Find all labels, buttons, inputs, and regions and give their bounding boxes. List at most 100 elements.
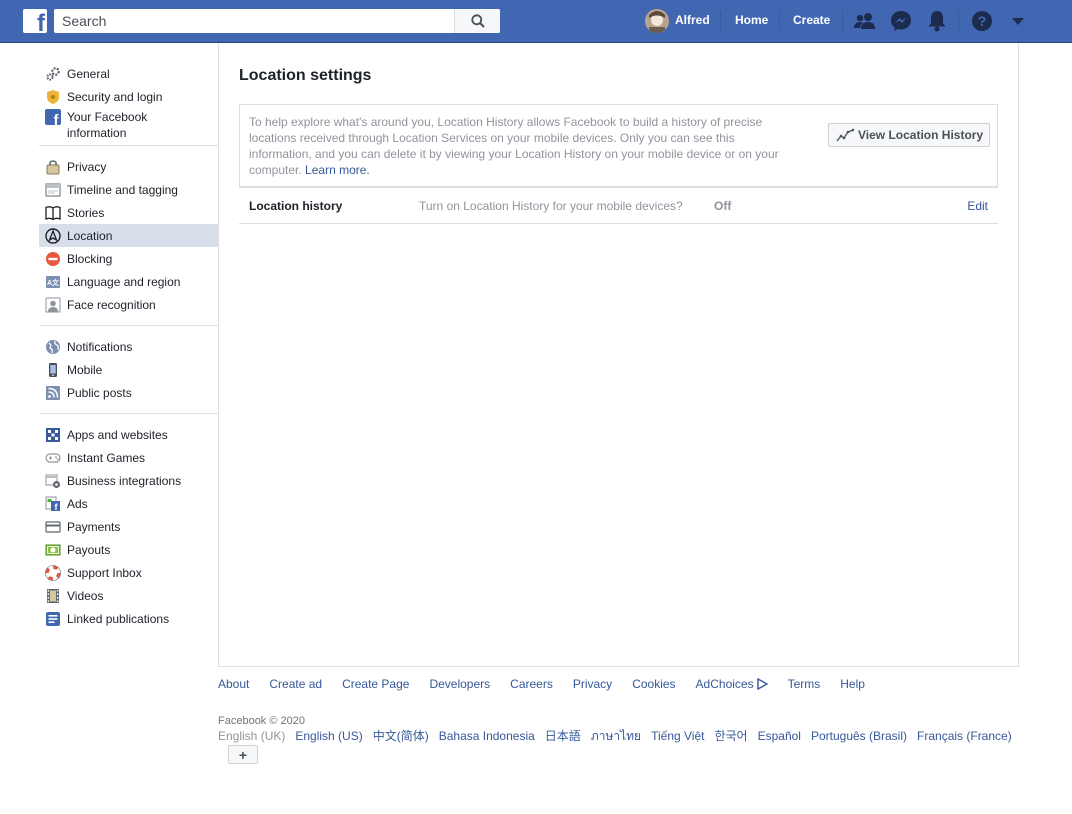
sidebar-item-payouts[interactable]: Payouts bbox=[39, 538, 218, 561]
main-content: Location settings To help explore what's… bbox=[218, 43, 1019, 667]
language-option[interactable]: 中文(简体) bbox=[373, 729, 429, 743]
timeline-icon bbox=[45, 182, 61, 198]
sidebar-item-ads[interactable]: f Ads bbox=[39, 492, 218, 515]
sidebar-item-location[interactable]: Location bbox=[39, 224, 218, 247]
sidebar-item-label: Language and region bbox=[67, 274, 181, 289]
sidebar-item-notifications[interactable]: Notifications bbox=[39, 335, 218, 358]
sidebar-item-general[interactable]: General bbox=[39, 62, 218, 85]
publication-icon bbox=[45, 611, 61, 627]
search-icon bbox=[470, 14, 485, 28]
sidebar-item-label: Business integrations bbox=[67, 473, 182, 488]
setting-name: Location history bbox=[249, 199, 343, 213]
footer-link-developers[interactable]: Developers bbox=[429, 677, 490, 691]
block-icon bbox=[45, 251, 61, 267]
search-box bbox=[54, 9, 500, 33]
account-menu-icon[interactable] bbox=[1006, 9, 1030, 33]
notifications-icon[interactable] bbox=[925, 9, 949, 33]
sidebar-item-label: Linked publications bbox=[67, 611, 170, 626]
sidebar-item-linked-publications[interactable]: Linked publications bbox=[39, 607, 218, 630]
business-icon bbox=[45, 473, 61, 489]
footer-link-privacy[interactable]: Privacy bbox=[573, 677, 612, 691]
sidebar-item-language-and-region[interactable]: A文 Language and region bbox=[39, 270, 218, 293]
svg-text:?: ? bbox=[978, 13, 987, 29]
learn-more-link[interactable]: Learn more. bbox=[305, 163, 370, 177]
language-option[interactable]: Tiếng Việt bbox=[651, 729, 704, 743]
page-title: Location settings bbox=[239, 67, 372, 84]
search-input[interactable] bbox=[54, 9, 454, 33]
language-option[interactable]: ภาษาไทย bbox=[591, 729, 641, 743]
sidebar-item-instant-games[interactable]: Instant Games bbox=[39, 446, 218, 469]
sidebar-item-payments[interactable]: Payments bbox=[39, 515, 218, 538]
sidebar-item-label: Payouts bbox=[67, 542, 111, 557]
nav-divider bbox=[720, 11, 721, 31]
help-icon[interactable]: ? bbox=[970, 9, 994, 33]
sidebar-item-videos[interactable]: Videos bbox=[39, 584, 218, 607]
sidebar-item-business-integrations[interactable]: Business integrations bbox=[39, 469, 218, 492]
location-history-setting-row[interactable]: Location history Turn on Location Histor… bbox=[239, 187, 998, 224]
language-option[interactable]: 日本語 bbox=[545, 729, 581, 743]
facebook-logo[interactable]: f bbox=[23, 9, 47, 36]
shield-icon bbox=[45, 89, 61, 105]
edit-link[interactable]: Edit bbox=[967, 199, 988, 213]
sidebar-item-label: Timeline and tagging bbox=[67, 182, 178, 197]
sidebar-item-mobile[interactable]: Mobile bbox=[39, 358, 218, 381]
sidebar-item-timeline-and-tagging[interactable]: Timeline and tagging bbox=[39, 178, 218, 201]
sidebar-item-label: Stories bbox=[67, 205, 105, 220]
footer-link-adchoices[interactable]: AdChoices bbox=[696, 677, 768, 691]
sidebar-item-label: Notifications bbox=[67, 339, 133, 354]
sidebar-item-your-facebook-information[interactable]: f Your Facebook information bbox=[39, 108, 218, 144]
language-current: English (UK) bbox=[218, 729, 286, 743]
language-option[interactable]: Português (Brasil) bbox=[811, 729, 907, 743]
sidebar-item-blocking[interactable]: Blocking bbox=[39, 247, 218, 270]
info-text: To help explore what's around you, Locat… bbox=[249, 114, 779, 178]
search-button[interactable] bbox=[454, 9, 500, 33]
footer-link-create-page[interactable]: Create Page bbox=[342, 677, 409, 691]
settings-sidebar: General Security and login f Your Facebo… bbox=[39, 62, 218, 630]
top-bar: f Alfred Home Create ? bbox=[0, 0, 1072, 43]
friends-icon[interactable] bbox=[853, 9, 877, 33]
language-option[interactable]: Español bbox=[758, 729, 801, 743]
avatar[interactable] bbox=[645, 9, 669, 33]
language-option[interactable]: English (US) bbox=[295, 729, 362, 743]
copyright: Facebook © 2020 bbox=[218, 715, 305, 727]
home-link[interactable]: Home bbox=[735, 13, 768, 27]
sidebar-item-label: Payments bbox=[67, 519, 121, 534]
language-option[interactable]: Français (France) bbox=[917, 729, 1012, 743]
language-icon: A文 bbox=[45, 274, 61, 290]
view-location-history-button[interactable]: View Location History bbox=[828, 123, 990, 147]
sidebar-item-label: Your Facebook information bbox=[67, 110, 148, 140]
sidebar-item-privacy[interactable]: Privacy bbox=[39, 155, 218, 178]
footer-link-cookies[interactable]: Cookies bbox=[632, 677, 675, 691]
messenger-icon[interactable] bbox=[889, 9, 913, 33]
sidebar-item-face-recognition[interactable]: Face recognition bbox=[39, 293, 218, 316]
sidebar-item-apps-and-websites[interactable]: Apps and websites bbox=[39, 423, 218, 446]
footer-link-help[interactable]: Help bbox=[840, 677, 865, 691]
more-languages-button[interactable]: + bbox=[228, 745, 258, 764]
create-link[interactable]: Create bbox=[793, 13, 830, 27]
footer-link-about[interactable]: About bbox=[218, 677, 249, 691]
globe-icon bbox=[45, 339, 61, 355]
apps-icon bbox=[45, 427, 61, 443]
language-option[interactable]: 한국어 bbox=[714, 729, 747, 743]
sidebar-item-label: Ads bbox=[67, 496, 88, 511]
sidebar-item-label: Blocking bbox=[67, 251, 113, 266]
footer-link-terms[interactable]: Terms bbox=[788, 677, 821, 691]
sidebar-divider bbox=[39, 145, 218, 146]
sidebar-item-label: Instant Games bbox=[67, 450, 146, 465]
sidebar-item-label: Location bbox=[67, 228, 113, 243]
profile-link[interactable]: Alfred bbox=[675, 13, 710, 27]
sidebar-item-label: Public posts bbox=[67, 385, 132, 400]
sidebar-item-label: General bbox=[67, 66, 110, 81]
sidebar-item-public-posts[interactable]: Public posts bbox=[39, 381, 218, 404]
language-option[interactable]: Bahasa Indonesia bbox=[439, 729, 535, 743]
gears-icon bbox=[45, 66, 61, 82]
phone-icon bbox=[45, 362, 61, 378]
footer-link-careers[interactable]: Careers bbox=[510, 677, 553, 691]
sidebar-item-support-inbox[interactable]: Support Inbox bbox=[39, 561, 218, 584]
sidebar-item-label: Security and login bbox=[67, 89, 163, 104]
location-history-icon bbox=[836, 128, 854, 142]
sidebar-item-security[interactable]: Security and login bbox=[39, 85, 218, 108]
sidebar-item-stories[interactable]: Stories bbox=[39, 201, 218, 224]
footer-link-create-ad[interactable]: Create ad bbox=[269, 677, 322, 691]
nav-divider bbox=[842, 11, 843, 31]
